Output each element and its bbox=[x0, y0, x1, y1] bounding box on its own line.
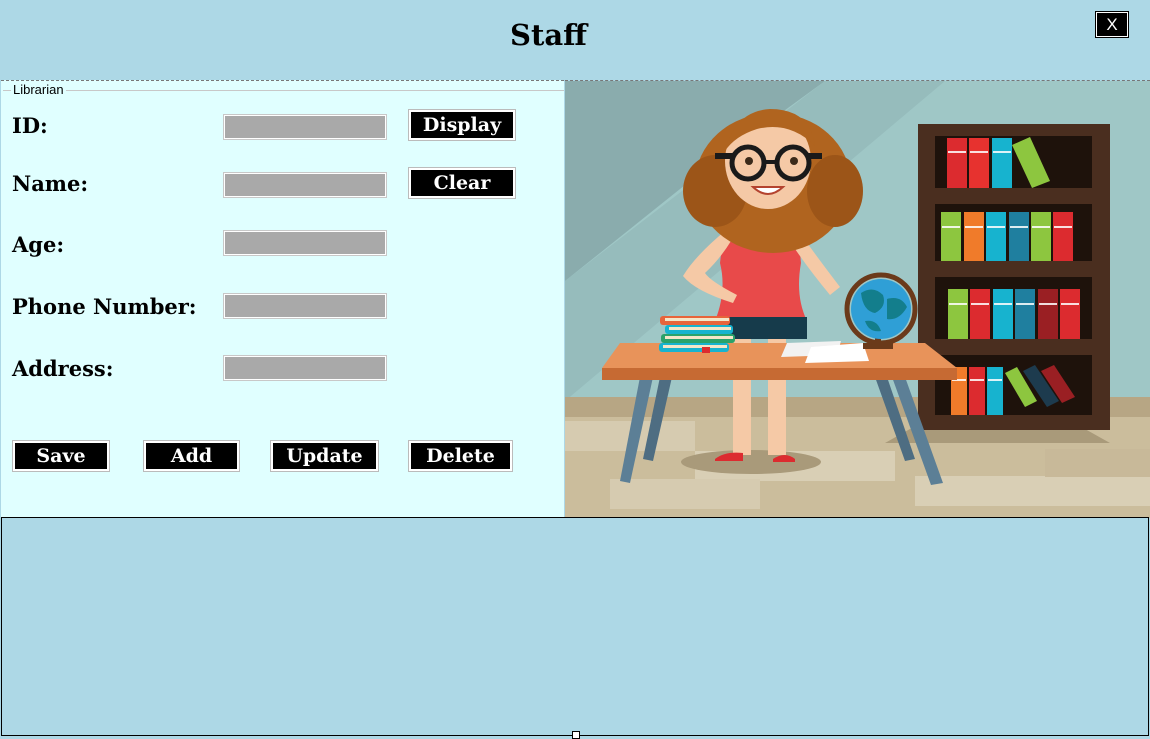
phone-number-label: Phone Number: bbox=[12, 294, 197, 319]
groupbox-label: Librarian bbox=[11, 82, 66, 97]
add-button[interactable]: Add bbox=[143, 440, 240, 472]
name-field[interactable] bbox=[223, 172, 387, 198]
clear-button[interactable]: Clear bbox=[408, 167, 516, 199]
delete-button[interactable]: Delete bbox=[408, 440, 513, 472]
title-bar: Staff X bbox=[0, 0, 1150, 80]
update-button[interactable]: Update bbox=[270, 440, 379, 472]
librarian-form-panel: Librarian ID: Display Name: Clear Age: P… bbox=[1, 80, 564, 518]
age-field[interactable] bbox=[223, 230, 387, 256]
page-title: Staff bbox=[510, 18, 587, 52]
id-label: ID: bbox=[12, 113, 48, 138]
age-label: Age: bbox=[12, 232, 65, 257]
librarian-illustration bbox=[565, 80, 1150, 518]
close-button[interactable]: X bbox=[1095, 11, 1129, 38]
address-label: Address: bbox=[12, 356, 114, 381]
display-button[interactable]: Display bbox=[408, 109, 516, 141]
staff-data-grid[interactable] bbox=[1, 517, 1149, 736]
phone-number-field[interactable] bbox=[223, 293, 387, 319]
resize-handle[interactable] bbox=[572, 731, 580, 739]
save-button[interactable]: Save bbox=[12, 440, 110, 472]
id-field[interactable] bbox=[223, 114, 387, 140]
address-field[interactable] bbox=[223, 355, 387, 381]
name-label: Name: bbox=[12, 171, 89, 196]
